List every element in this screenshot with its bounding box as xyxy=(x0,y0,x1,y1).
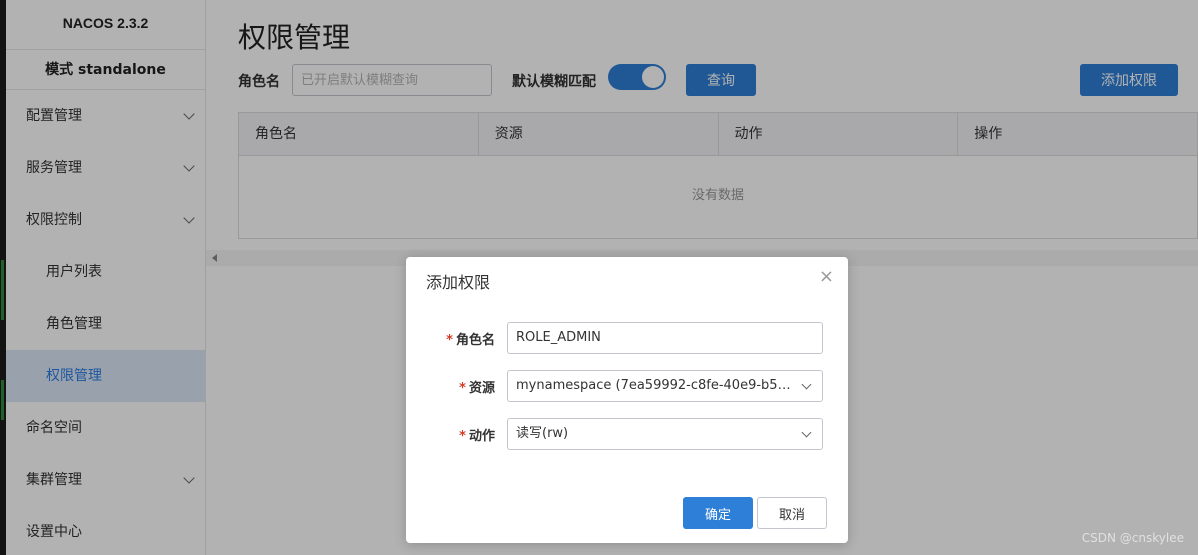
form-row-action: * 动作 读写(rw) xyxy=(406,418,848,450)
resource-select[interactable]: mynamespace (7ea59992-c8fe-40e9-b5be... xyxy=(507,370,823,402)
add-permission-dialog: 添加权限 × * 角色名 ROLE_ADMIN * 资源 mynamespace (… xyxy=(406,257,848,543)
action-select-value: 读写(rw) xyxy=(516,426,569,441)
confirm-button[interactable]: 确定 xyxy=(683,497,753,529)
close-icon[interactable]: × xyxy=(819,268,834,286)
chevron-down-icon xyxy=(801,427,812,438)
watermark: CSDN @cnskylee xyxy=(1081,531,1184,545)
form-row-role: * 角色名 ROLE_ADMIN xyxy=(406,322,848,354)
role-field-label: * 角色名 xyxy=(446,333,495,348)
form-row-resource: * 资源 mynamespace (7ea59992-c8fe-40e9-b5be… xyxy=(406,370,848,402)
action-field-label: * 动作 xyxy=(459,429,495,444)
action-select[interactable]: 读写(rw) xyxy=(507,418,823,450)
dialog-title: 添加权限 xyxy=(426,273,491,292)
resource-field-label: * 资源 xyxy=(459,381,495,396)
role-name-field[interactable]: ROLE_ADMIN xyxy=(507,322,823,354)
cancel-button[interactable]: 取消 xyxy=(757,497,827,529)
resource-select-value: mynamespace (7ea59992-c8fe-40e9-b5be... xyxy=(516,378,807,393)
